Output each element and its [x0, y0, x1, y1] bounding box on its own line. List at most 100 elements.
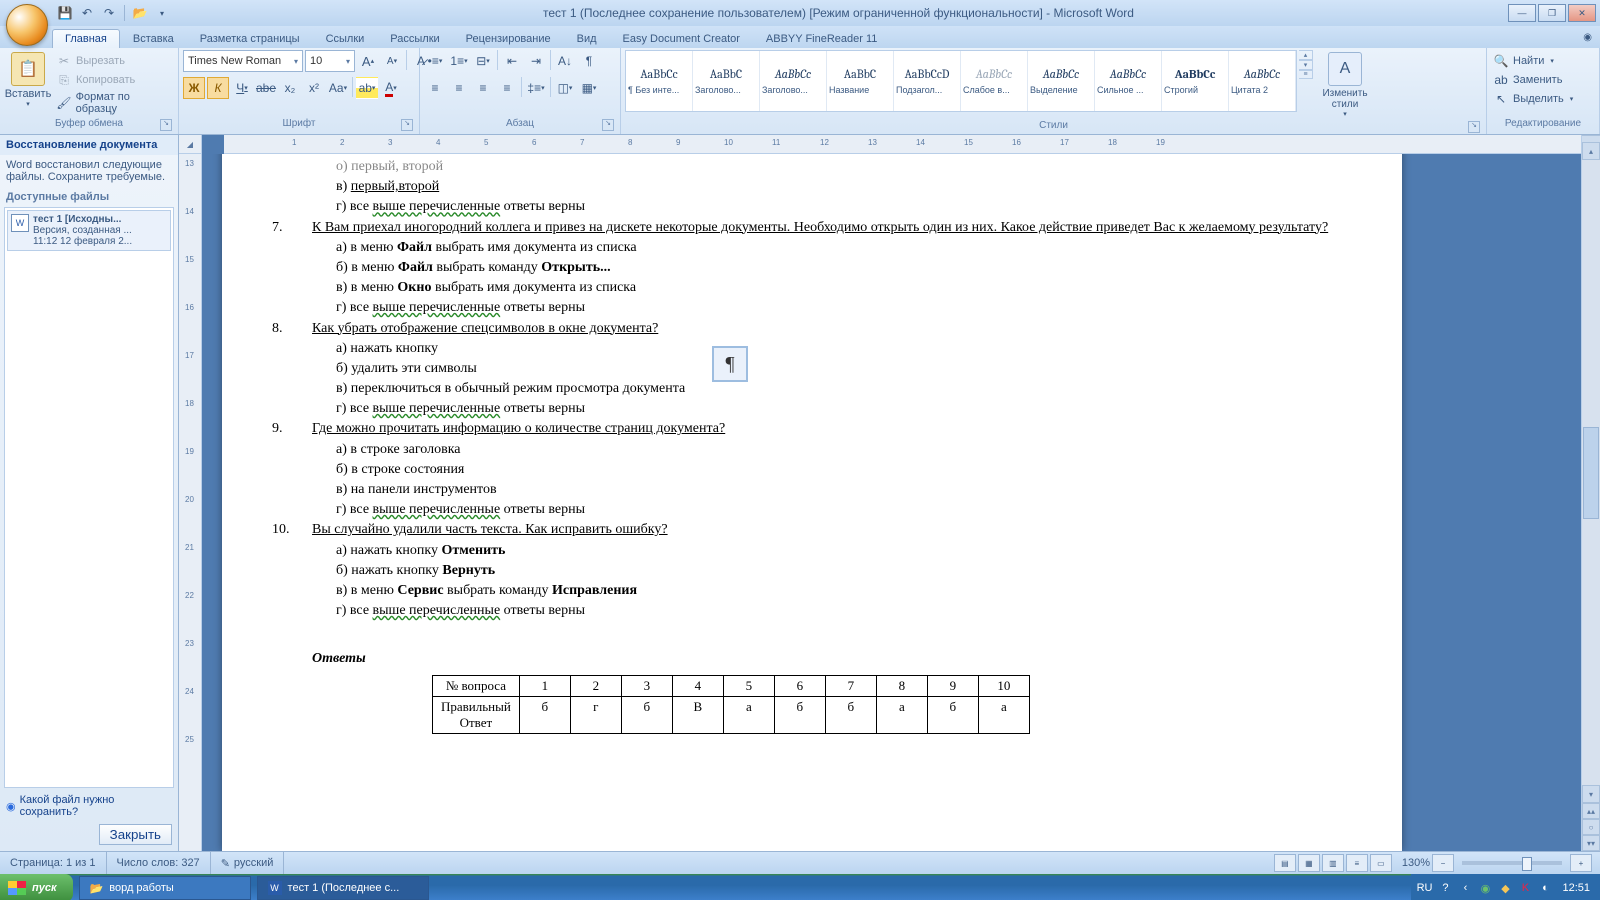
- ruler-corner[interactable]: ◢: [179, 135, 201, 154]
- view-reading-button[interactable]: ▦: [1298, 854, 1320, 872]
- tray-shield-icon[interactable]: ◉: [1478, 881, 1492, 895]
- tab-references[interactable]: Ссылки: [313, 29, 378, 48]
- minimize-button[interactable]: —: [1508, 4, 1536, 22]
- tray-help-icon[interactable]: ?: [1438, 881, 1452, 895]
- status-language[interactable]: ✎русский: [211, 852, 285, 874]
- format-painter-button[interactable]: 🖌Формат по образцу: [54, 90, 174, 116]
- copy-button[interactable]: ⎘Копировать: [54, 71, 174, 89]
- zoom-slider-knob[interactable]: [1522, 857, 1532, 871]
- browse-object-icon[interactable]: ○: [1582, 819, 1600, 835]
- align-right-button[interactable]: ≡: [472, 77, 494, 99]
- help-icon[interactable]: ◉: [1575, 32, 1600, 43]
- change-styles-button[interactable]: A Изменить стили ▾: [1315, 50, 1375, 120]
- style-item[interactable]: AaBbCcСлабое в...: [961, 51, 1028, 111]
- font-size-combo[interactable]: 10▾: [305, 50, 355, 72]
- justify-button[interactable]: ≡: [496, 77, 518, 99]
- borders-button[interactable]: ▦▾: [578, 77, 600, 99]
- vertical-ruler[interactable]: ◢ 13141516171819202122232425: [179, 135, 202, 851]
- font-name-combo[interactable]: Times New Roman▾: [183, 50, 303, 72]
- tray-clock[interactable]: 12:51: [1558, 882, 1594, 894]
- bullets-button[interactable]: •≡▾: [424, 50, 446, 72]
- styles-more-icon[interactable]: ≡: [1299, 70, 1313, 79]
- scrollbar-thumb[interactable]: [1583, 427, 1599, 519]
- vertical-scrollbar[interactable]: ▴ ▾ ▴▴ ○ ▾▾: [1581, 135, 1600, 851]
- document-canvas[interactable]: о) первый, второй в) первый,второй г) вс…: [202, 154, 1581, 851]
- superscript-button[interactable]: x²: [303, 77, 325, 99]
- scroll-up-icon[interactable]: ▴: [1582, 142, 1600, 160]
- close-button[interactable]: ✕: [1568, 4, 1596, 22]
- tab-home[interactable]: Главная: [52, 29, 120, 48]
- decrease-indent-button[interactable]: ⇤: [501, 50, 523, 72]
- align-center-button[interactable]: ≡: [448, 77, 470, 99]
- style-item[interactable]: AaBbCЗаголово...: [693, 51, 760, 111]
- tab-review[interactable]: Рецензирование: [453, 29, 564, 48]
- next-page-icon[interactable]: ▾▾: [1582, 835, 1600, 851]
- start-button[interactable]: пуск: [0, 874, 73, 900]
- style-item[interactable]: AaBbCНазвание: [827, 51, 894, 111]
- save-icon[interactable]: 💾: [56, 4, 74, 22]
- tab-layout[interactable]: Разметка страницы: [187, 29, 313, 48]
- sort-button[interactable]: A↓: [554, 50, 576, 72]
- tray-kaspersky-icon[interactable]: K: [1518, 881, 1532, 895]
- qat-customize-icon[interactable]: ▾: [153, 4, 171, 22]
- strike-button[interactable]: abe: [255, 77, 277, 99]
- view-outline-button[interactable]: ≡: [1346, 854, 1368, 872]
- tab-view[interactable]: Вид: [564, 29, 610, 48]
- style-item[interactable]: AaBbCcЦитата 2: [1229, 51, 1296, 111]
- styles-up-icon[interactable]: ▴: [1299, 50, 1313, 60]
- zoom-in-button[interactable]: +: [1570, 854, 1592, 872]
- tab-insert[interactable]: Вставка: [120, 29, 187, 48]
- taskbar-item-word[interactable]: Wтест 1 (Последнее с...: [257, 876, 429, 900]
- multilevel-button[interactable]: ⊟▾: [472, 50, 494, 72]
- style-item[interactable]: AaBbCcDПодзагол...: [894, 51, 961, 111]
- status-words[interactable]: Число слов: 327: [107, 852, 211, 874]
- scroll-down-icon[interactable]: ▾: [1582, 785, 1600, 803]
- font-color-button[interactable]: A▾: [380, 77, 402, 99]
- dialog-launcher-icon[interactable]: ↘: [160, 119, 172, 131]
- italic-button[interactable]: К: [207, 77, 229, 99]
- replace-button[interactable]: abЗаменить: [1491, 71, 1575, 89]
- view-web-button[interactable]: ▥: [1322, 854, 1344, 872]
- dialog-launcher-icon[interactable]: ↘: [602, 119, 614, 131]
- subscript-button[interactable]: x₂: [279, 77, 301, 99]
- maximize-button[interactable]: ❐: [1538, 4, 1566, 22]
- cut-button[interactable]: ✂Вырезать: [54, 52, 174, 70]
- recovery-close-button[interactable]: Закрыть: [99, 824, 172, 845]
- underline-button[interactable]: Ч▾: [231, 77, 253, 99]
- numbering-button[interactable]: 1≡▾: [448, 50, 470, 72]
- split-handle[interactable]: [1582, 135, 1600, 142]
- redo-icon[interactable]: ↷: [100, 4, 118, 22]
- increase-indent-button[interactable]: ⇥: [525, 50, 547, 72]
- paste-button[interactable]: 📋 Вставить ▾: [4, 50, 52, 110]
- style-item[interactable]: AaBbCc¶ Без инте...: [626, 51, 693, 111]
- horizontal-ruler[interactable]: 12345678910111213141516171819: [224, 135, 1581, 154]
- find-button[interactable]: 🔍Найти▾: [1491, 52, 1575, 70]
- tray-volume-icon[interactable]: ◐: [1538, 881, 1552, 895]
- tray-language[interactable]: RU: [1417, 882, 1433, 894]
- view-draft-button[interactable]: ▭: [1370, 854, 1392, 872]
- styles-down-icon[interactable]: ▾: [1299, 60, 1313, 70]
- open-icon[interactable]: 📂: [131, 4, 149, 22]
- office-button[interactable]: [6, 4, 48, 46]
- align-left-button[interactable]: ≡: [424, 77, 446, 99]
- zoom-slider[interactable]: [1462, 861, 1562, 865]
- style-item[interactable]: AaBbCcЗаголово...: [760, 51, 827, 111]
- grow-font-button[interactable]: A▴: [357, 50, 379, 72]
- change-case-button[interactable]: Aa▾: [327, 77, 349, 99]
- view-print-layout-button[interactable]: ▤: [1274, 854, 1296, 872]
- dialog-launcher-icon[interactable]: ↘: [401, 119, 413, 131]
- tray-network-icon[interactable]: ◆: [1498, 881, 1512, 895]
- recovery-help-link[interactable]: ◉Какой файл нужно сохранить?: [6, 794, 172, 818]
- styles-gallery[interactable]: AaBbCc¶ Без инте...AaBbCЗаголово...AaBbC…: [625, 50, 1297, 112]
- dialog-launcher-icon[interactable]: ↘: [1468, 121, 1480, 133]
- line-spacing-button[interactable]: ‡≡▾: [525, 77, 547, 99]
- zoom-out-button[interactable]: −: [1432, 854, 1454, 872]
- shrink-font-button[interactable]: A▾: [381, 50, 403, 72]
- style-item[interactable]: AaBbCcВыделение: [1028, 51, 1095, 111]
- tab-mailings[interactable]: Рассылки: [377, 29, 452, 48]
- tab-finereader[interactable]: ABBYY FineReader 11: [753, 29, 891, 48]
- style-item[interactable]: AaBbCcСтрогий: [1162, 51, 1229, 111]
- zoom-value[interactable]: 130%: [1402, 857, 1430, 869]
- tray-chevron-icon[interactable]: ‹: [1458, 881, 1472, 895]
- status-page[interactable]: Страница: 1 из 1: [0, 852, 107, 874]
